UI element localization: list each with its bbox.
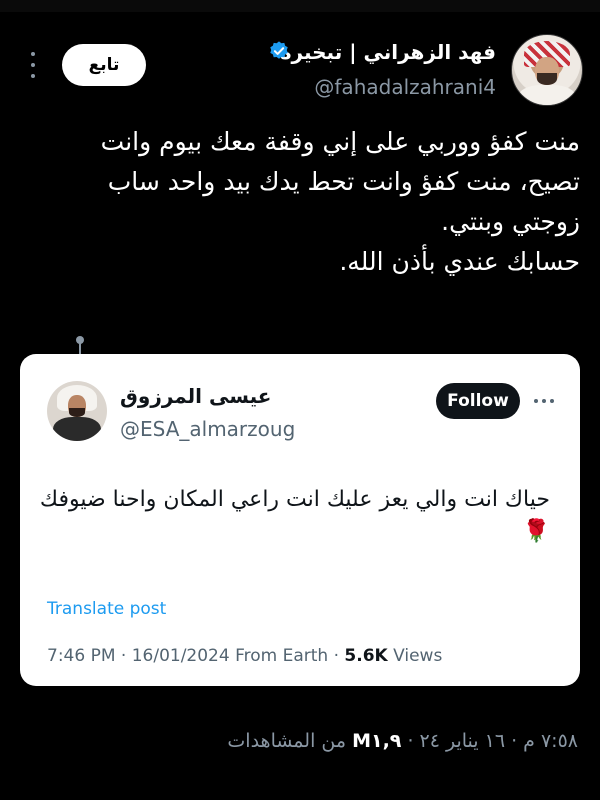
rose-emoji: 🌹	[522, 519, 550, 544]
avatar-beard	[69, 408, 85, 417]
quoted-post-card[interactable]: عيسى المرزوق @ESA_almarzoug Follow حياك …	[20, 354, 580, 686]
tweet-line: منت كفؤ وو‏ربي على إني وقفة معك بيوم وان…	[100, 127, 580, 156]
tweet-line: تصيح، منت كفؤ وانت تحط يدك بيد واحد ساب	[107, 167, 580, 196]
dot	[550, 399, 554, 403]
quoted-follow-button[interactable]: Follow	[436, 383, 520, 419]
dot	[31, 52, 35, 56]
post-meta: ٧:٥٨ م · ١٦ يناير ٢٤ · M١,٩ من المشاهدات	[227, 730, 578, 752]
quoted-views-count[interactable]: 5.6K	[344, 646, 387, 666]
dot	[542, 399, 546, 403]
avatar-thobe	[518, 85, 576, 105]
quoted-post-meta: 7:46 PM · 16/01/2024 From Earth · 5.6K V…	[47, 646, 442, 666]
quoted-author-handle[interactable]: @ESA_almarzoug	[120, 417, 295, 441]
author-handle[interactable]: @fahadalzahrani4	[314, 75, 496, 99]
quoted-author-name[interactable]: عيسى المرزوق	[120, 384, 271, 408]
more-horizontal-icon[interactable]	[534, 398, 554, 404]
quoted-author-avatar[interactable]	[47, 381, 107, 441]
translate-post-link[interactable]: Translate post	[47, 599, 166, 619]
dot	[31, 74, 35, 78]
verified-badge-icon	[270, 41, 288, 59]
author-display-name[interactable]: فهد الزهراني | تبخيرة	[280, 40, 496, 64]
dot	[534, 399, 538, 403]
post-views-count[interactable]: M١,٩	[352, 730, 401, 752]
quoted-views-label: Views	[387, 646, 443, 666]
quoted-time-date[interactable]: 7:46 PM · 16/01/2024 From Earth ·	[47, 646, 344, 666]
quoted-text-line: حياك انت والي يعز عليك انت راعي المكان و…	[39, 487, 550, 512]
tweet-line: زوجتي وبنتي.	[441, 207, 580, 236]
tweet-line: حسابك عندي بأذن الله.	[339, 247, 580, 276]
follow-button[interactable]: تابع	[62, 44, 146, 86]
tweet-text: منت كفؤ وو‏ربي على إني وقفة معك بيوم وان…	[20, 122, 580, 282]
avatar-body	[53, 417, 101, 441]
post-views-label: من المشاهدات	[227, 730, 353, 752]
avatar-beard	[537, 73, 557, 85]
more-vertical-icon[interactable]	[30, 52, 36, 78]
author-avatar[interactable]	[511, 34, 583, 106]
status-strip	[0, 0, 600, 12]
dot	[31, 63, 35, 67]
quoted-post-text: حياك انت والي يعز عليك انت راعي المكان و…	[39, 484, 550, 548]
post-timestamp[interactable]: ٧:٥٨ م · ١٦ يناير ٢٤ ·	[401, 730, 578, 752]
